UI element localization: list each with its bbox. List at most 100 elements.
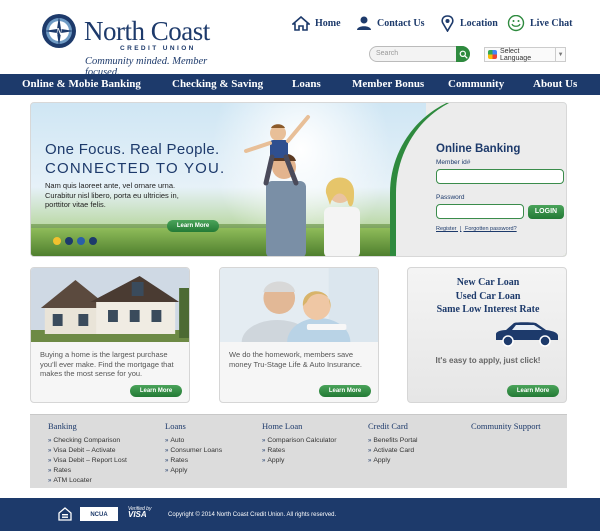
ncua-badge: NCUA: [80, 507, 118, 521]
footer-link-label: Rates: [53, 467, 72, 474]
contact-link[interactable]: Contact Us: [356, 16, 425, 31]
footer-link-label: Activate Card: [373, 447, 415, 454]
login-button[interactable]: LOGIN: [528, 205, 564, 219]
footer-link-label: Rates: [267, 447, 286, 454]
search-input[interactable]: Search: [369, 46, 470, 62]
footer-col-credit-card: Credit Card » Benefits Portal » Activate C…: [368, 421, 418, 466]
footer-col-heading: Home Loan: [262, 421, 303, 431]
password-input[interactable]: [436, 204, 524, 219]
footer-link[interactable]: » ATM Locater: [48, 476, 127, 486]
footer-link-label: Consumer Loans: [170, 447, 223, 454]
slider-dot[interactable]: [53, 237, 61, 245]
footer-col-heading: Loans: [165, 421, 186, 431]
map-pin-icon: [441, 15, 454, 32]
car-loan-promo: New Car Loan Used Car Loan Same Low Inte…: [407, 267, 567, 403]
chat-icon: [507, 15, 525, 32]
footer-link[interactable]: » Activate Card: [368, 446, 418, 456]
footer-link[interactable]: » Rates: [48, 466, 127, 476]
promo-line-2: Used Car Loan: [455, 291, 521, 302]
footer-col-heading[interactable]: Community Support: [471, 421, 541, 431]
footer-col-home-loan: Home Loan » Comparison Calculator » Rates …: [262, 421, 336, 466]
bullet-icon: »: [262, 448, 266, 454]
brand-name: North Coast: [84, 16, 210, 46]
car-icon: [496, 322, 558, 347]
footer-link[interactable]: » Checking Comparison: [48, 436, 127, 446]
verified-by-visa-badge: Verified by VISA: [128, 506, 151, 519]
footer-link[interactable]: » Benefits Portal: [368, 436, 418, 446]
password-label: Password: [436, 194, 465, 201]
live-chat-link[interactable]: Live Chat: [507, 15, 573, 32]
mortgage-text: Buying a home is the largest purchase yo…: [40, 350, 174, 378]
footer-link[interactable]: » Auto: [165, 436, 222, 446]
family-photo: [244, 115, 360, 256]
promo-line-3: Same Low Interest Rate: [436, 304, 540, 315]
bullet-icon: »: [368, 438, 372, 444]
logo[interactable]: N North Coast CREDIT UNION Community min…: [40, 12, 230, 78]
mortgage-learn-more-button[interactable]: Learn More: [130, 385, 182, 397]
footer-col-loans: Loans » Auto » Consumer Loans » Rates » Appl…: [165, 421, 222, 476]
footer-link[interactable]: » Visa Debit – Report Lost: [48, 456, 127, 466]
footer-links: Banking » Checking Comparison » Visa Debit…: [30, 414, 567, 488]
bullet-icon: »: [48, 468, 52, 474]
footer-link[interactable]: » Rates: [262, 446, 336, 456]
promo-line-1: New Car Loan: [456, 277, 520, 288]
bullet-icon: »: [48, 458, 52, 464]
search-icon: [459, 50, 468, 59]
footer-link-label: Apply: [170, 467, 188, 474]
member-id-input[interactable]: [436, 169, 564, 184]
bullet-icon: »: [262, 438, 266, 444]
home-link-label: Home: [315, 18, 341, 29]
login-links: Register | Forgotten password?: [436, 226, 517, 232]
search-button[interactable]: [456, 46, 470, 62]
slider-dot[interactable]: [77, 237, 85, 245]
contact-link-label: Contact Us: [377, 18, 425, 29]
home-link[interactable]: Home: [292, 16, 341, 31]
people-icon: [357, 16, 371, 30]
footer-link[interactable]: » Consumer Loans: [165, 446, 222, 456]
footer-link[interactable]: » Visa Debit – Activate: [48, 446, 127, 456]
insurance-learn-more-button[interactable]: Learn More: [319, 385, 371, 397]
bullet-icon: »: [48, 478, 52, 484]
bullet-icon: »: [165, 438, 169, 444]
nav-loans[interactable]: Loans: [292, 74, 321, 95]
copyright-text: Copyright © 2014 North Coast Credit Unio…: [168, 512, 337, 518]
slider-dot[interactable]: [89, 237, 97, 245]
register-link[interactable]: Register: [436, 226, 456, 232]
footer-link[interactable]: » Apply: [262, 456, 336, 466]
footer-link[interactable]: » Apply: [165, 466, 222, 476]
footer-link[interactable]: » Comparison Calculator: [262, 436, 336, 446]
login-title: Online Banking: [436, 143, 521, 155]
nav-member-bonus[interactable]: Member Bonus: [352, 74, 424, 95]
footer-link-label: Visa Debit – Report Lost: [53, 457, 127, 464]
footer-col-banking: Banking » Checking Comparison » Visa Debit…: [48, 421, 127, 486]
insurance-card: We do the homework, members save money T…: [219, 267, 379, 403]
bullet-icon: »: [165, 468, 169, 474]
footer-col-heading: Banking: [48, 421, 77, 431]
house-icon: [292, 16, 310, 31]
footer-link[interactable]: » Apply: [368, 456, 418, 466]
footer-link-label: Rates: [170, 457, 189, 464]
location-link[interactable]: Location: [440, 15, 498, 32]
hero-body: Nam quis laoreet ante, vel ornare urna. …: [45, 181, 179, 209]
hero-learn-more-button[interactable]: Learn More: [167, 220, 219, 232]
slider-dot[interactable]: [65, 237, 73, 245]
promo-learn-more-button[interactable]: Learn More: [507, 385, 559, 397]
footer-link-label: Apply: [267, 457, 285, 464]
equal-housing-icon: [58, 507, 72, 521]
language-select[interactable]: Select Language ▼: [484, 47, 566, 62]
nav-online-banking[interactable]: Online & Mobie Banking: [22, 74, 141, 95]
footer-link-label: Comparison Calculator: [267, 437, 337, 444]
couple-photo: [220, 268, 378, 342]
footer-link[interactable]: » Rates: [165, 456, 222, 466]
bullet-icon: »: [165, 458, 169, 464]
nav-community[interactable]: Community: [448, 74, 504, 95]
footer-link-label: Auto: [170, 437, 185, 444]
footer-col-heading: Credit Card: [368, 421, 408, 431]
nav-checking-saving[interactable]: Checking & Saving: [172, 74, 263, 95]
nav-about-us[interactable]: About Us: [533, 74, 577, 95]
hero-heading-1: One Focus. Real People.: [45, 141, 220, 158]
live-chat-label: Live Chat: [530, 18, 573, 29]
footer-link-label: Benefits Portal: [373, 437, 418, 444]
visa-line-2: VISA: [128, 510, 147, 519]
forgot-password-link[interactable]: Forgotten password?: [465, 226, 517, 232]
